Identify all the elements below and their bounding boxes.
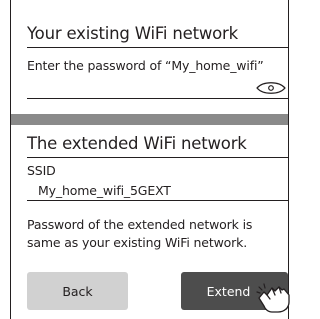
hand-pointer-icon — [256, 283, 290, 313]
password-field[interactable] — [27, 76, 255, 98]
password-note-line-2: same as your existing WiFi network. — [27, 235, 248, 250]
extend-button-label: Extend — [206, 283, 251, 299]
password-prompt: Enter the password of “My_home_wifi” — [27, 58, 264, 73]
existing-network-title: Your existing WiFi network — [27, 24, 238, 43]
extended-network-title: The extended WiFi network — [27, 134, 247, 153]
ssid-label: SSID — [27, 163, 56, 178]
left-border — [10, 0, 11, 319]
password-note-line-1: Password of the extended network is — [27, 217, 253, 232]
back-button[interactable]: Back — [27, 272, 128, 310]
back-button-label: Back — [62, 283, 93, 299]
extended-network-title-rule — [27, 157, 288, 158]
password-field-underline — [27, 98, 288, 99]
existing-network-title-rule — [27, 47, 288, 48]
ssid-field[interactable]: My_home_wifi_5GEXT — [38, 183, 171, 198]
eye-icon[interactable] — [255, 80, 287, 96]
ssid-field-underline — [27, 200, 288, 201]
right-border — [288, 0, 289, 319]
section-divider-bar — [11, 114, 288, 125]
